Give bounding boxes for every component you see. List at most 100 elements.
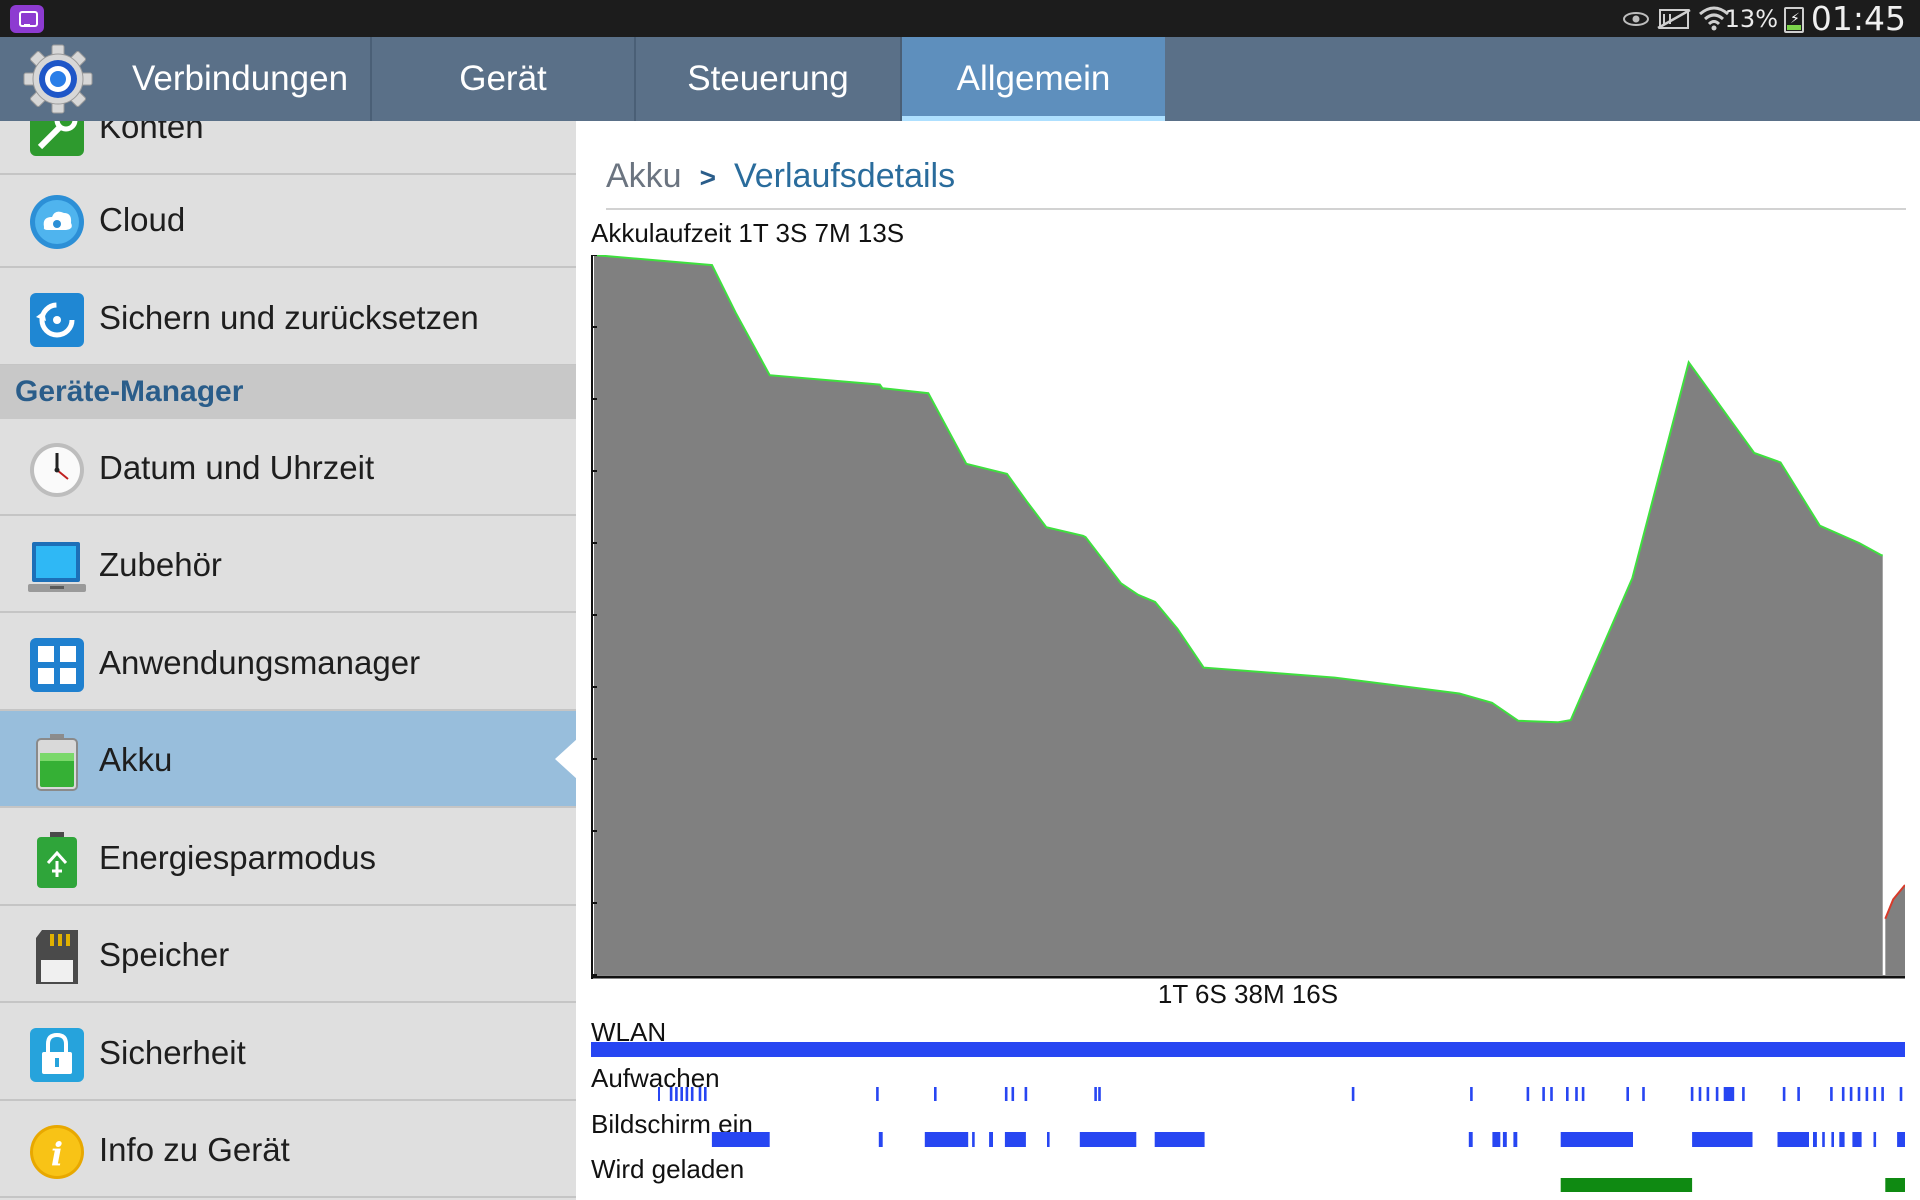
sidebar-item-cloud[interactable]: Cloud	[0, 171, 576, 268]
battery-percent: 13%	[1724, 5, 1778, 33]
sidebar-item-label: Anwendungsmanager	[99, 644, 421, 681]
track-aufwachen-segment	[1830, 1087, 1833, 1101]
activity-tracks	[591, 1042, 1905, 1192]
track-bildschirm-ein-segment	[1047, 1132, 1050, 1147]
track-aufwachen-segment	[698, 1087, 702, 1101]
track-aufwachen-segment	[1873, 1087, 1877, 1101]
cloud-icon	[30, 195, 84, 249]
track-aufwachen-segment	[690, 1087, 694, 1101]
track-bildschirm-ein-segment	[1852, 1132, 1862, 1147]
track-aufwachen-segment	[1542, 1087, 1545, 1101]
track-aufwachen-segment	[675, 1087, 678, 1101]
key-icon	[30, 121, 84, 156]
track-bildschirm-ein-segment	[1777, 1132, 1809, 1147]
sidebar-item-energiesparmodus[interactable]: Energiesparmodus	[0, 809, 576, 906]
battery-history-pane: Akku > Verlaufsdetails Akkulaufzeit 1T 3S …	[576, 121, 1920, 1200]
track-aufwachen-segment	[1626, 1087, 1629, 1101]
track-aufwachen-segment	[1550, 1087, 1553, 1101]
track-bildschirm-ein-segment	[1692, 1132, 1753, 1147]
track-aufwachen-segment	[1849, 1087, 1853, 1101]
sidebar-item-akku[interactable]: Akku	[0, 711, 576, 808]
track-bildschirm-ein-segment	[924, 1132, 969, 1147]
sidebar-item-konten[interactable]: Konten	[0, 121, 576, 175]
track-bildschirm-ein-segment	[1468, 1132, 1473, 1147]
track-aufwachen-segment	[1706, 1087, 1710, 1101]
track-bildschirm-ein-segment	[1502, 1132, 1507, 1147]
track-bildschirm-ein-segment	[1873, 1132, 1877, 1147]
track-bildschirm-ein-segment	[1004, 1132, 1026, 1147]
settings-tabbar: Verbindungen Gerät Steuerung Allgemein	[0, 37, 1920, 121]
tab-verbindungen[interactable]: Verbindungen	[110, 37, 372, 121]
track-aufwachen-segment	[1526, 1087, 1530, 1101]
power-saving-icon	[37, 832, 77, 888]
track-aufwachen-segment	[1841, 1087, 1845, 1101]
sidebar-item-label: Konten	[99, 121, 204, 145]
sidebar-item-zubehoer[interactable]: Zubehör	[0, 516, 576, 613]
track-aufwachen-segment	[1004, 1087, 1008, 1101]
track-aufwachen-segment	[704, 1087, 707, 1101]
track-bildschirm-ein-segment	[878, 1132, 883, 1147]
track-aufwachen-segment	[1857, 1087, 1861, 1101]
track-aufwachen-segment	[669, 1087, 673, 1101]
track-aufwachen-segment	[1797, 1087, 1800, 1101]
svg-text:i: i	[51, 1135, 63, 1173]
track-aufwachen-segment	[1098, 1087, 1101, 1101]
sidebar-item-label: Cloud	[99, 201, 186, 238]
track-aufwachen-segment	[1575, 1087, 1578, 1101]
track-bildschirm-ein-segment	[1839, 1132, 1845, 1147]
settings-gear-icon[interactable]	[22, 43, 94, 115]
sidebar-item-label: Zubehör	[99, 546, 222, 583]
tab-geraet[interactable]: Gerät	[372, 37, 636, 121]
track-bildschirm-ein-segment	[1154, 1132, 1205, 1147]
track-wlan-segment	[591, 1042, 1905, 1057]
track-bildschirm-ein-segment	[1813, 1132, 1817, 1147]
track-wird-geladen-segment	[1560, 1178, 1693, 1192]
sidebar-item-sichern[interactable]: Sichern und zurücksetzen	[0, 269, 576, 366]
track-aufwachen-segment	[1865, 1087, 1869, 1101]
sidebar-item-anwendungsmanager[interactable]: Anwendungsmanager	[0, 614, 576, 711]
sidebar-item-label: Speicher	[99, 936, 230, 973]
accessory-icon	[28, 542, 86, 592]
sidebar-item-label: Sicherheit	[99, 1034, 246, 1071]
track-bildschirm-ein-segment	[711, 1132, 770, 1147]
clock-icon	[30, 443, 84, 497]
track-aufwachen-segment	[1723, 1087, 1735, 1101]
status-bar: 13% ⚡ 01:45	[0, 0, 1920, 37]
app-notification-icon[interactable]	[10, 5, 44, 33]
track-bildschirm-ein-segment	[1897, 1132, 1905, 1147]
storage-icon	[36, 930, 78, 984]
tab-allgemein[interactable]: Allgemein	[902, 37, 1165, 121]
track-aufwachen-segment	[1566, 1087, 1569, 1101]
track-bildschirm-ein-segment	[1513, 1132, 1518, 1147]
track-bildschirm-ein-segment	[1560, 1132, 1633, 1147]
eye-icon	[1623, 12, 1649, 26]
sidebar-item-label: Sichern und zurücksetzen	[99, 299, 479, 336]
sidebar-item-speicher[interactable]: Speicher	[0, 906, 576, 1003]
sidebar-item-label: Info zu Gerät	[99, 1131, 290, 1168]
track-aufwachen-segment	[1698, 1087, 1702, 1101]
track-bildschirm-ein-segment	[1079, 1132, 1137, 1147]
backup-reset-icon	[30, 293, 84, 347]
sidebar-item-label: Datum und Uhrzeit	[99, 449, 375, 486]
track-bildschirm-ein-segment	[972, 1132, 975, 1147]
track-bildschirm-ein-segment	[989, 1132, 993, 1147]
battery-icon	[36, 734, 78, 791]
track-bildschirm-ein-segment	[1831, 1132, 1834, 1147]
track-aufwachen-segment	[876, 1087, 879, 1101]
track-aufwachen-segment	[934, 1087, 937, 1101]
sidebar-item-info-zu-geraet[interactable]: i Info zu Gerät	[0, 1101, 576, 1198]
track-aufwachen-segment	[1782, 1087, 1786, 1101]
status-clock: 01:45	[1810, 0, 1906, 38]
sidebar-item-datum-uhrzeit[interactable]: Datum und Uhrzeit	[0, 419, 576, 516]
section-header-geraete-manager: Geräte-Manager	[0, 365, 576, 419]
sidebar-item-label: Energiesparmodus	[99, 839, 376, 876]
track-aufwachen-segment	[1351, 1087, 1355, 1101]
track-aufwachen-segment	[1715, 1087, 1719, 1101]
sidebar-item-label: Akku	[99, 741, 173, 778]
track-aufwachen-segment	[1642, 1087, 1645, 1101]
track-aufwachen-segment	[680, 1087, 683, 1101]
settings-sidebar: Konten Cloud Sichern und zurücksetzen Ge…	[0, 121, 576, 1200]
track-aufwachen-segment	[1024, 1087, 1028, 1101]
tab-steuerung[interactable]: Steuerung	[636, 37, 902, 121]
sidebar-item-sicherheit[interactable]: Sicherheit	[0, 1004, 576, 1101]
